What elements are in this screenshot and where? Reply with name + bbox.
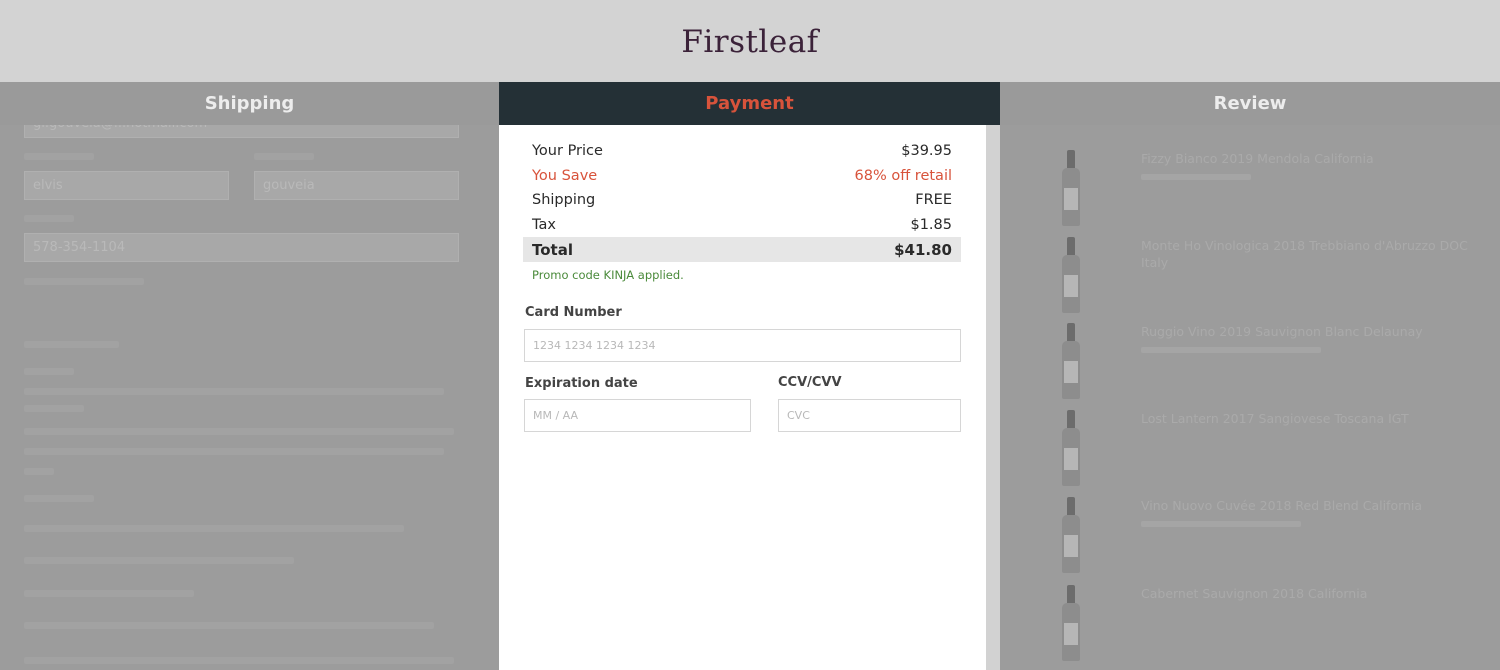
tab-shipping[interactable]: Shipping: [0, 82, 499, 125]
form-line: [24, 428, 454, 435]
your-price-label: Your Price: [532, 143, 603, 160]
wine-bottle-image: [1060, 323, 1082, 403]
review-product[interactable]: Lost Lantern 2017 Sangiovese Toscana IGT: [1050, 410, 1470, 490]
review-product[interactable]: Monte Ho Vinologica 2018 Trebbiano d'Abr…: [1050, 237, 1470, 317]
product-name: Vino Nuovo Cuvée 2018 Red Blend Californ…: [1141, 498, 1423, 513]
wine-bottle-image: [1060, 497, 1082, 577]
shipping-value: FREE: [915, 192, 952, 209]
form-line: [24, 468, 54, 475]
tab-review[interactable]: Review: [1000, 82, 1500, 125]
first-name-field[interactable]: elvis: [24, 171, 229, 200]
review-product[interactable]: Fizzy Bianco 2019 Mendola California: [1050, 150, 1470, 230]
form-line: [24, 448, 444, 455]
total-value: $41.80: [894, 240, 952, 259]
you-save-value: 68% off retail: [854, 167, 953, 184]
header: Firstleaf: [0, 0, 1500, 83]
form-line: [24, 590, 194, 597]
tax-label: Tax: [532, 217, 556, 234]
your-price-value: $39.95: [901, 143, 952, 160]
summary-row-total: Total $41.80: [523, 237, 961, 263]
product-name: Lost Lantern 2017 Sangiovese Toscana IGT: [1141, 411, 1409, 426]
shipping-label: Shipping: [532, 192, 596, 209]
last-name-field[interactable]: gouveia: [254, 171, 459, 200]
form-line: [24, 525, 404, 532]
payment-scrollbar[interactable]: [986, 125, 1000, 670]
order-summary: Your Price $39.95 You Save 68% off retai…: [523, 139, 961, 282]
wine-bottle-image: [1060, 410, 1082, 490]
checkout-tabs: Shipping Payment Review: [0, 82, 1500, 125]
total-label: Total: [532, 240, 573, 259]
firstleaf-logo[interactable]: Firstleaf: [681, 24, 818, 60]
product-name: Cabernet Sauvignon 2018 California: [1141, 586, 1368, 601]
form-line: [24, 341, 119, 348]
shipping-panel: gi.gouveia@...hotmail.com elvis gouveia …: [0, 125, 499, 670]
expiry-label: Expiration date: [525, 376, 638, 391]
form-note: [24, 278, 144, 285]
summary-row-save: You Save 68% off retail: [523, 164, 961, 189]
tab-payment[interactable]: Payment: [499, 82, 1000, 125]
wine-bottle-image: [1060, 237, 1082, 317]
cvc-input[interactable]: CVC: [778, 399, 961, 432]
summary-row-price: Your Price $39.95: [523, 139, 961, 164]
form-line: [24, 557, 294, 564]
card-number-input[interactable]: 1234 1234 1234 1234: [524, 329, 961, 362]
payment-panel: Your Price $39.95 You Save 68% off retai…: [499, 125, 1000, 670]
form-line: [24, 388, 444, 395]
review-panel: Fizzy Bianco 2019 Mendola California Mon…: [1000, 125, 1500, 670]
you-save-label: You Save: [532, 167, 598, 184]
product-name: Fizzy Bianco 2019 Mendola California: [1141, 151, 1374, 166]
review-product[interactable]: Cabernet Sauvignon 2018 California: [1050, 585, 1470, 665]
card-number-label: Card Number: [525, 305, 622, 320]
form-line: [24, 622, 434, 629]
expiry-input[interactable]: MM / AA: [524, 399, 751, 432]
summary-row-tax: Tax $1.85: [523, 213, 961, 238]
promo-applied-message: Promo code KINJA applied.: [532, 268, 684, 283]
review-product[interactable]: Vino Nuovo Cuvée 2018 Red Blend Californ…: [1050, 497, 1470, 577]
summary-row-shipping: Shipping FREE: [523, 188, 961, 213]
product-detail: [1141, 521, 1301, 527]
form-line: [24, 657, 454, 664]
wine-bottle-image: [1060, 585, 1082, 665]
tax-value: $1.85: [910, 217, 952, 234]
form-line: [24, 405, 84, 412]
form-line: [24, 495, 94, 502]
phone-label-placeholder: [24, 215, 74, 222]
product-name: Ruggio Vino 2019 Sauvignon Blanc Delauna…: [1141, 324, 1423, 339]
product-name: Monte Ho Vinologica 2018 Trebbiano d'Abr…: [1141, 238, 1468, 270]
form-line: [24, 368, 74, 375]
product-detail: [1141, 174, 1251, 180]
cvc-label: CCV/CVV: [778, 375, 842, 390]
last-name-label-placeholder: [254, 153, 314, 160]
email-field[interactable]: gi.gouveia@...hotmail.com: [24, 125, 459, 138]
review-product[interactable]: Ruggio Vino 2019 Sauvignon Blanc Delauna…: [1050, 323, 1470, 403]
wine-bottle-image: [1060, 150, 1082, 230]
first-name-label-placeholder: [24, 153, 94, 160]
phone-field[interactable]: 578-354-1104: [24, 233, 459, 262]
product-detail: [1141, 347, 1321, 353]
